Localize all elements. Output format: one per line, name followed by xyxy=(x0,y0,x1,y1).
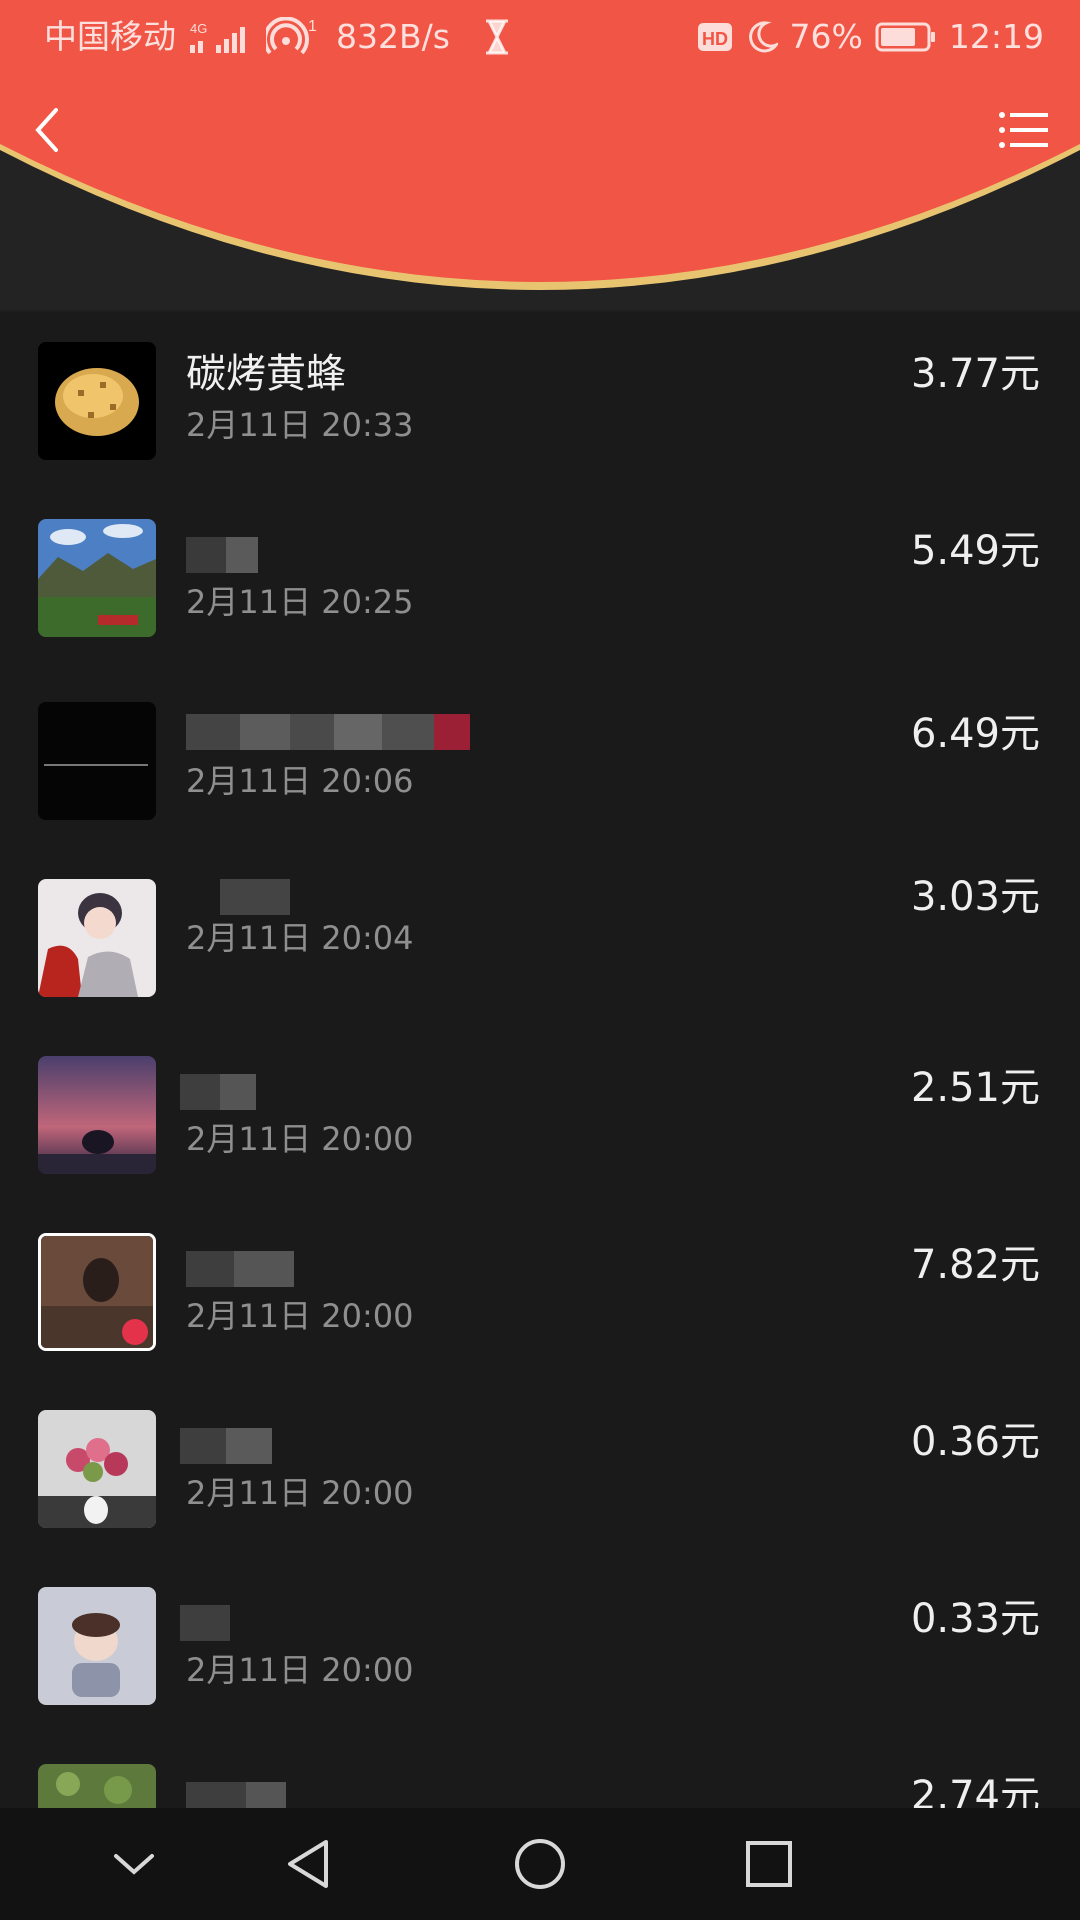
list-item[interactable]: 2月11日 20:04 3.03元 xyxy=(0,849,1080,1026)
red-packet-record-list: 碳烤黄蜂 2月11日 20:33 3.77元 2月11日 20:25 5.49元 xyxy=(0,312,1080,1808)
potato-avatar-image xyxy=(38,342,156,460)
receive-time: 2月11日 20:06 xyxy=(186,762,414,800)
list-item[interactable]: 2月11日 20:06 6.49元 xyxy=(0,672,1080,849)
landscape-avatar-image xyxy=(38,519,156,637)
svg-text:HD: HD xyxy=(702,29,728,49)
battery-icon xyxy=(875,22,935,52)
cell-signal-icon: 4G xyxy=(190,21,245,53)
collapse-chevron-icon xyxy=(114,1854,154,1875)
redacted-name xyxy=(180,1428,272,1464)
amount: 2.74元 xyxy=(910,1773,1040,1808)
receive-time: 2月11日 20:00 xyxy=(186,1120,414,1158)
battery-percent: 76% xyxy=(789,17,863,56)
redacted-name xyxy=(180,1074,256,1110)
list-item[interactable]: 2月11日 20:25 5.49元 xyxy=(0,489,1080,666)
avatar xyxy=(38,1764,156,1808)
list-item[interactable]: 2月11日 20:00 7.82元 xyxy=(0,1203,1080,1380)
recents-square-icon xyxy=(746,1841,792,1887)
system-navigation-bar xyxy=(0,1808,1080,1920)
amount: 0.36元 xyxy=(910,1419,1040,1465)
home-button[interactable] xyxy=(508,1834,572,1894)
amount: 6.49元 xyxy=(910,711,1040,757)
girl-photo-avatar-image xyxy=(41,1236,153,1348)
clock: 12:19 xyxy=(948,17,1044,56)
amount: 3.77元 xyxy=(910,351,1040,397)
avatar xyxy=(38,879,156,997)
list-item[interactable]: 2月11日 20:00 0.33元 xyxy=(0,1557,1080,1734)
list-item[interactable]: 2月11日 20:00 0.36元 xyxy=(0,1380,1080,1557)
avatar xyxy=(38,1056,156,1174)
avatar xyxy=(38,702,156,820)
avatar xyxy=(38,519,156,637)
list-item[interactable]: 碳烤黄蜂 2月11日 20:33 3.77元 xyxy=(0,312,1080,489)
menu-button[interactable] xyxy=(988,96,1060,164)
list-icon xyxy=(999,112,1048,148)
redacted-name xyxy=(220,879,290,915)
redacted-name xyxy=(186,714,470,750)
hd-badge-icon: HD xyxy=(697,23,732,51)
doll-avatar-image xyxy=(38,1587,156,1705)
receive-time: 2月11日 20:00 xyxy=(186,1651,414,1689)
chevron-left-icon xyxy=(35,108,58,152)
avatar xyxy=(38,1233,156,1351)
amount: 0.33元 xyxy=(910,1596,1040,1642)
redacted-name xyxy=(186,1782,286,1808)
moon-icon xyxy=(748,21,778,53)
receive-time: 2月11日 20:00 xyxy=(186,1474,414,1512)
receive-time: 2月11日 20:25 xyxy=(186,583,414,621)
header: 中国移动 4G 1 832B/s HD 76% 12:19 xyxy=(0,0,1080,310)
back-button[interactable] xyxy=(14,96,82,164)
avatar xyxy=(38,1587,156,1705)
receive-time: 2月11日 20:33 xyxy=(186,406,414,444)
receive-time: 2月11日 20:04 xyxy=(186,919,414,957)
anime-boy-avatar-image xyxy=(38,879,156,997)
flower-vase-avatar-image xyxy=(38,1410,156,1528)
sender-name: 碳烤黄蜂 xyxy=(186,351,346,397)
amount: 5.49元 xyxy=(910,528,1040,574)
amount: 2.51元 xyxy=(910,1065,1040,1111)
back-triangle-icon xyxy=(288,1840,328,1888)
redacted-name xyxy=(180,1605,230,1641)
network-speed: 832B/s xyxy=(336,17,450,56)
status-bar: 中国移动 4G 1 832B/s HD 76% 12:19 xyxy=(0,0,1080,76)
amount: 3.03元 xyxy=(910,874,1040,920)
redacted-name xyxy=(186,1251,294,1287)
hourglass-icon xyxy=(485,19,508,55)
receive-time: 2月11日 20:00 xyxy=(186,1297,414,1335)
recents-button[interactable] xyxy=(737,1834,801,1894)
list-item[interactable]: 2月11日 20:00 2.51元 xyxy=(0,1026,1080,1203)
amount: 7.82元 xyxy=(910,1242,1040,1288)
hotspot-icon: 1 xyxy=(266,17,317,55)
collapse-button[interactable] xyxy=(102,1834,166,1894)
back-nav-button[interactable] xyxy=(276,1834,340,1894)
redacted-name xyxy=(186,537,258,573)
tree-avatar-image xyxy=(38,1764,156,1808)
home-circle-icon xyxy=(515,1839,565,1889)
list-item[interactable]: 2.74元 xyxy=(0,1734,1080,1808)
hotspot-count: 1 xyxy=(308,18,317,35)
avatar xyxy=(38,342,156,460)
avatar xyxy=(38,1410,156,1528)
black-text-avatar-image xyxy=(38,702,156,820)
signal-type-label: 4G xyxy=(190,21,207,36)
carrier-name: 中国移动 xyxy=(44,17,176,56)
sunset-couple-avatar-image xyxy=(38,1056,156,1174)
